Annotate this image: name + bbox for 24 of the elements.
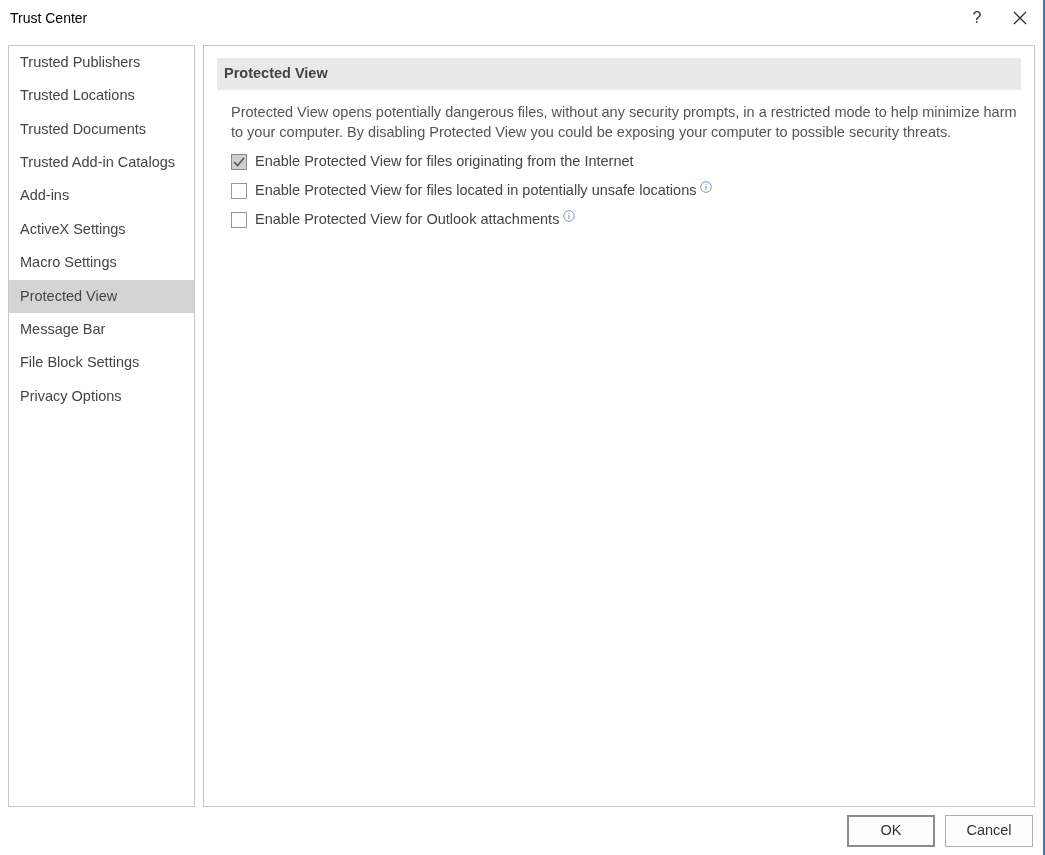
checkbox-label[interactable]: Enable Protected View for files located in potentially unsafe locations bbox=[255, 180, 697, 203]
checkbox[interactable] bbox=[231, 154, 247, 171]
checkbox-label[interactable]: Enable Protected View for files originating from the Internet bbox=[255, 151, 634, 174]
sidebar-item[interactable]: File Block Settings bbox=[9, 346, 194, 380]
description-text: Protected View opens potentially dangerous files, without any security prompts, in a restricted mode to help minimize harm to your computer. By disabling Protected View you could be exposing your computer to possible security threats. bbox=[231, 102, 1018, 142]
sidebar-item[interactable]: Add-ins bbox=[9, 179, 194, 213]
checkbox[interactable] bbox=[231, 212, 247, 229]
sidebar-item[interactable]: Trusted Add-in Catalogs bbox=[9, 146, 194, 180]
sidebar-item[interactable]: ActiveX Settings bbox=[9, 212, 194, 247]
ok-button[interactable]: OK bbox=[847, 815, 935, 847]
cancel-button[interactable]: Cancel bbox=[945, 815, 1033, 847]
sidebar-item[interactable]: Protected View bbox=[9, 279, 194, 314]
help-button[interactable]: ? bbox=[957, 6, 997, 30]
sidebar-item[interactable]: Trusted Locations bbox=[9, 79, 194, 113]
section-heading: Protected View bbox=[217, 58, 1021, 90]
sidebar-item[interactable]: Trusted Documents bbox=[9, 112, 194, 147]
sidebar-item[interactable]: Message Bar bbox=[9, 313, 194, 347]
checkbox[interactable] bbox=[231, 183, 247, 200]
sidebar-item[interactable]: Privacy Options bbox=[9, 379, 194, 414]
checkbox-label[interactable]: Enable Protected View for Outlook attachments bbox=[255, 209, 560, 232]
sidebar-item[interactable]: Trusted Publishers bbox=[9, 46, 194, 80]
close-icon bbox=[1013, 11, 1027, 25]
window-title: Trust Center bbox=[10, 8, 88, 28]
sidebar-item[interactable]: Macro Settings bbox=[9, 246, 194, 280]
